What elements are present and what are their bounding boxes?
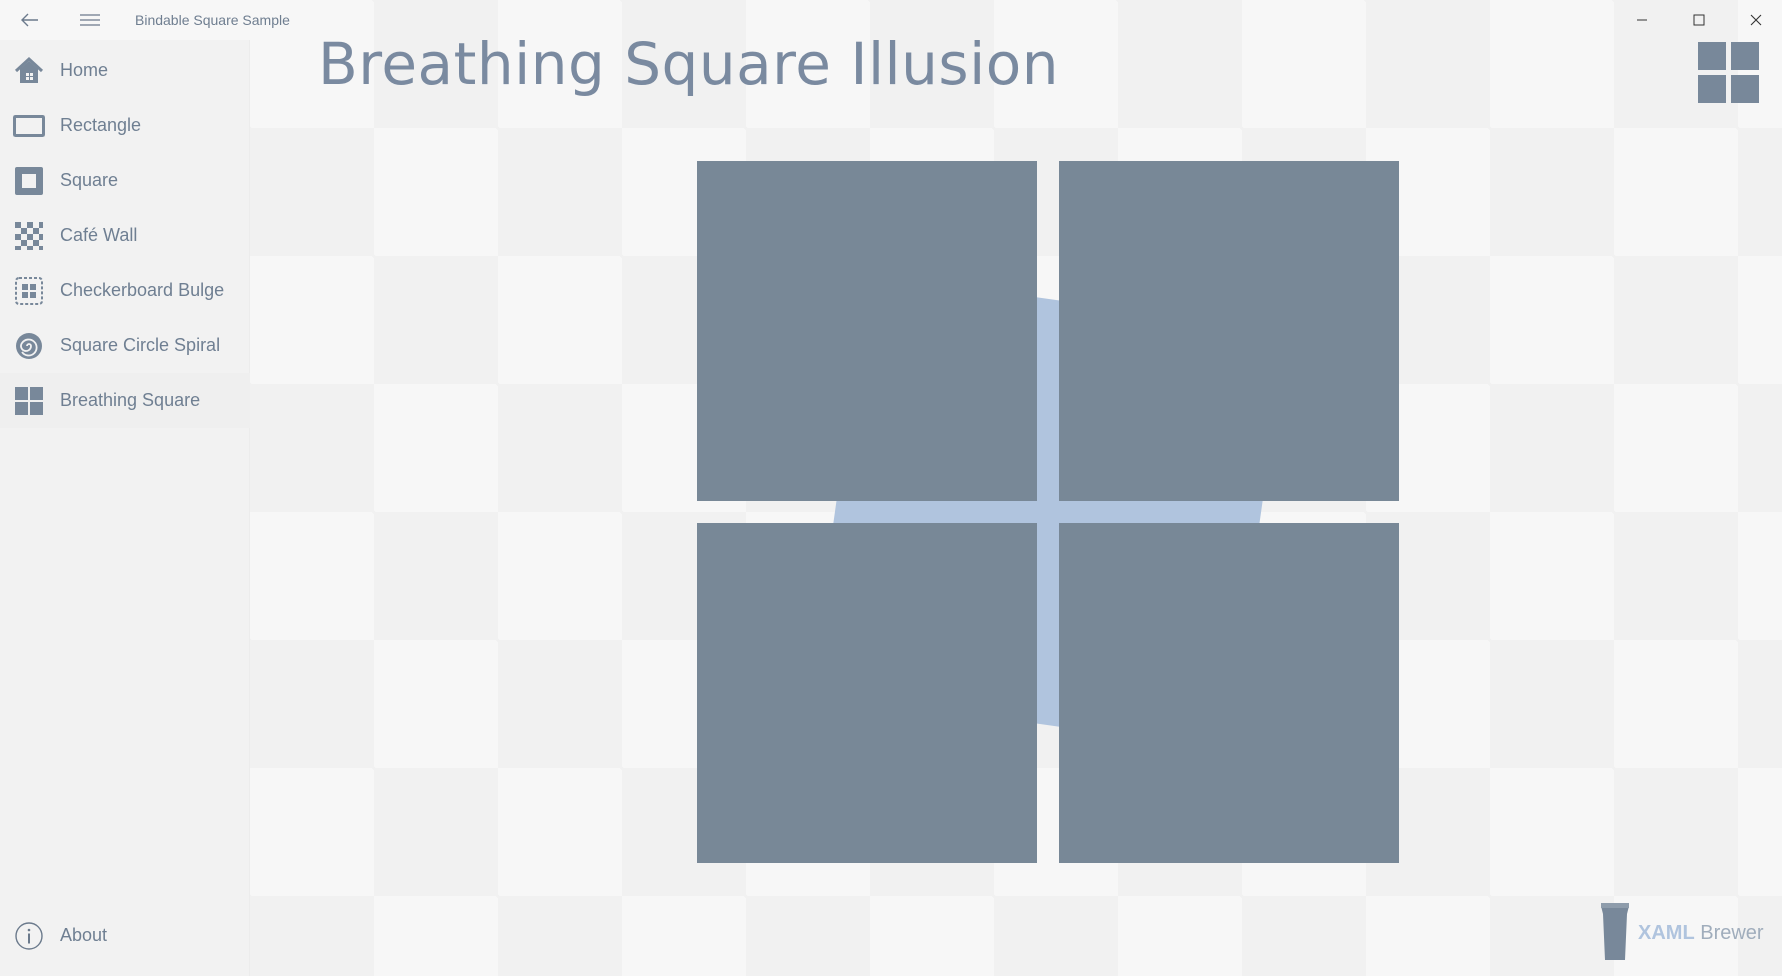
hamburger-icon — [80, 14, 100, 26]
page-title: Breathing Square Illusion — [318, 30, 1060, 98]
home-icon — [13, 55, 45, 87]
maximize-button[interactable] — [1675, 0, 1723, 40]
title-bar: Bindable Square Sample — [0, 0, 1782, 40]
checkerboard-bulge-icon — [13, 275, 45, 307]
nav-label: About — [60, 925, 108, 945]
top-right-square — [1059, 161, 1399, 501]
close-button[interactable] — [1732, 0, 1780, 40]
rectangle-icon — [13, 110, 45, 142]
bottom-right-square — [1059, 523, 1399, 863]
navigation-pane: Home Rectangle Square Café Wall Checkerb… — [0, 40, 250, 976]
back-button[interactable] — [6, 0, 54, 40]
nav-label: Rectangle — [60, 115, 142, 135]
nav-item-about[interactable]: About — [0, 908, 250, 963]
breathing-square-illusion — [697, 161, 1399, 863]
bottom-left-square — [697, 523, 1037, 863]
app-title: Bindable Square Sample — [135, 12, 290, 28]
nav-label: Square Circle Spiral — [60, 335, 221, 355]
nav-label: Home — [60, 60, 109, 80]
top-left-square — [697, 161, 1037, 501]
nav-label: Checkerboard Bulge — [60, 280, 225, 300]
xaml-brewer-logo: XAML Brewer — [1600, 902, 1770, 964]
nav-item-rectangle[interactable]: Rectangle — [0, 98, 250, 153]
checker-icon — [13, 220, 45, 252]
nav-label: Breathing Square — [60, 390, 201, 410]
nav-item-home[interactable]: Home — [0, 43, 250, 98]
nav-item-square[interactable]: Square — [0, 153, 250, 208]
menu-button[interactable] — [66, 0, 114, 40]
nav-item-cafe-wall[interactable]: Café Wall — [0, 208, 250, 263]
nav-item-square-circle-spiral[interactable]: Square Circle Spiral — [0, 318, 250, 373]
maximize-icon — [1693, 14, 1705, 26]
brand-text: XAML Brewer — [1638, 922, 1764, 945]
info-icon — [13, 920, 45, 952]
minimize-button[interactable] — [1618, 0, 1666, 40]
four-squares-icon — [13, 385, 45, 417]
nav-item-breathing-square[interactable]: Breathing Square — [0, 373, 250, 428]
nav-label: Square — [60, 170, 119, 190]
brand-xaml: XAML — [1638, 921, 1695, 944]
spiral-icon — [13, 330, 45, 362]
arrow-left-icon — [21, 13, 38, 27]
close-icon — [1750, 14, 1762, 26]
four-squares-icon — [1698, 42, 1760, 104]
beer-glass-icon — [1601, 903, 1629, 960]
nav-label: Café Wall — [60, 225, 138, 245]
square-icon — [13, 165, 45, 197]
minimize-icon — [1637, 19, 1647, 21]
nav-item-checkerboard-bulge[interactable]: Checkerboard Bulge — [0, 263, 250, 318]
brand-brewer: Brewer — [1700, 921, 1764, 944]
